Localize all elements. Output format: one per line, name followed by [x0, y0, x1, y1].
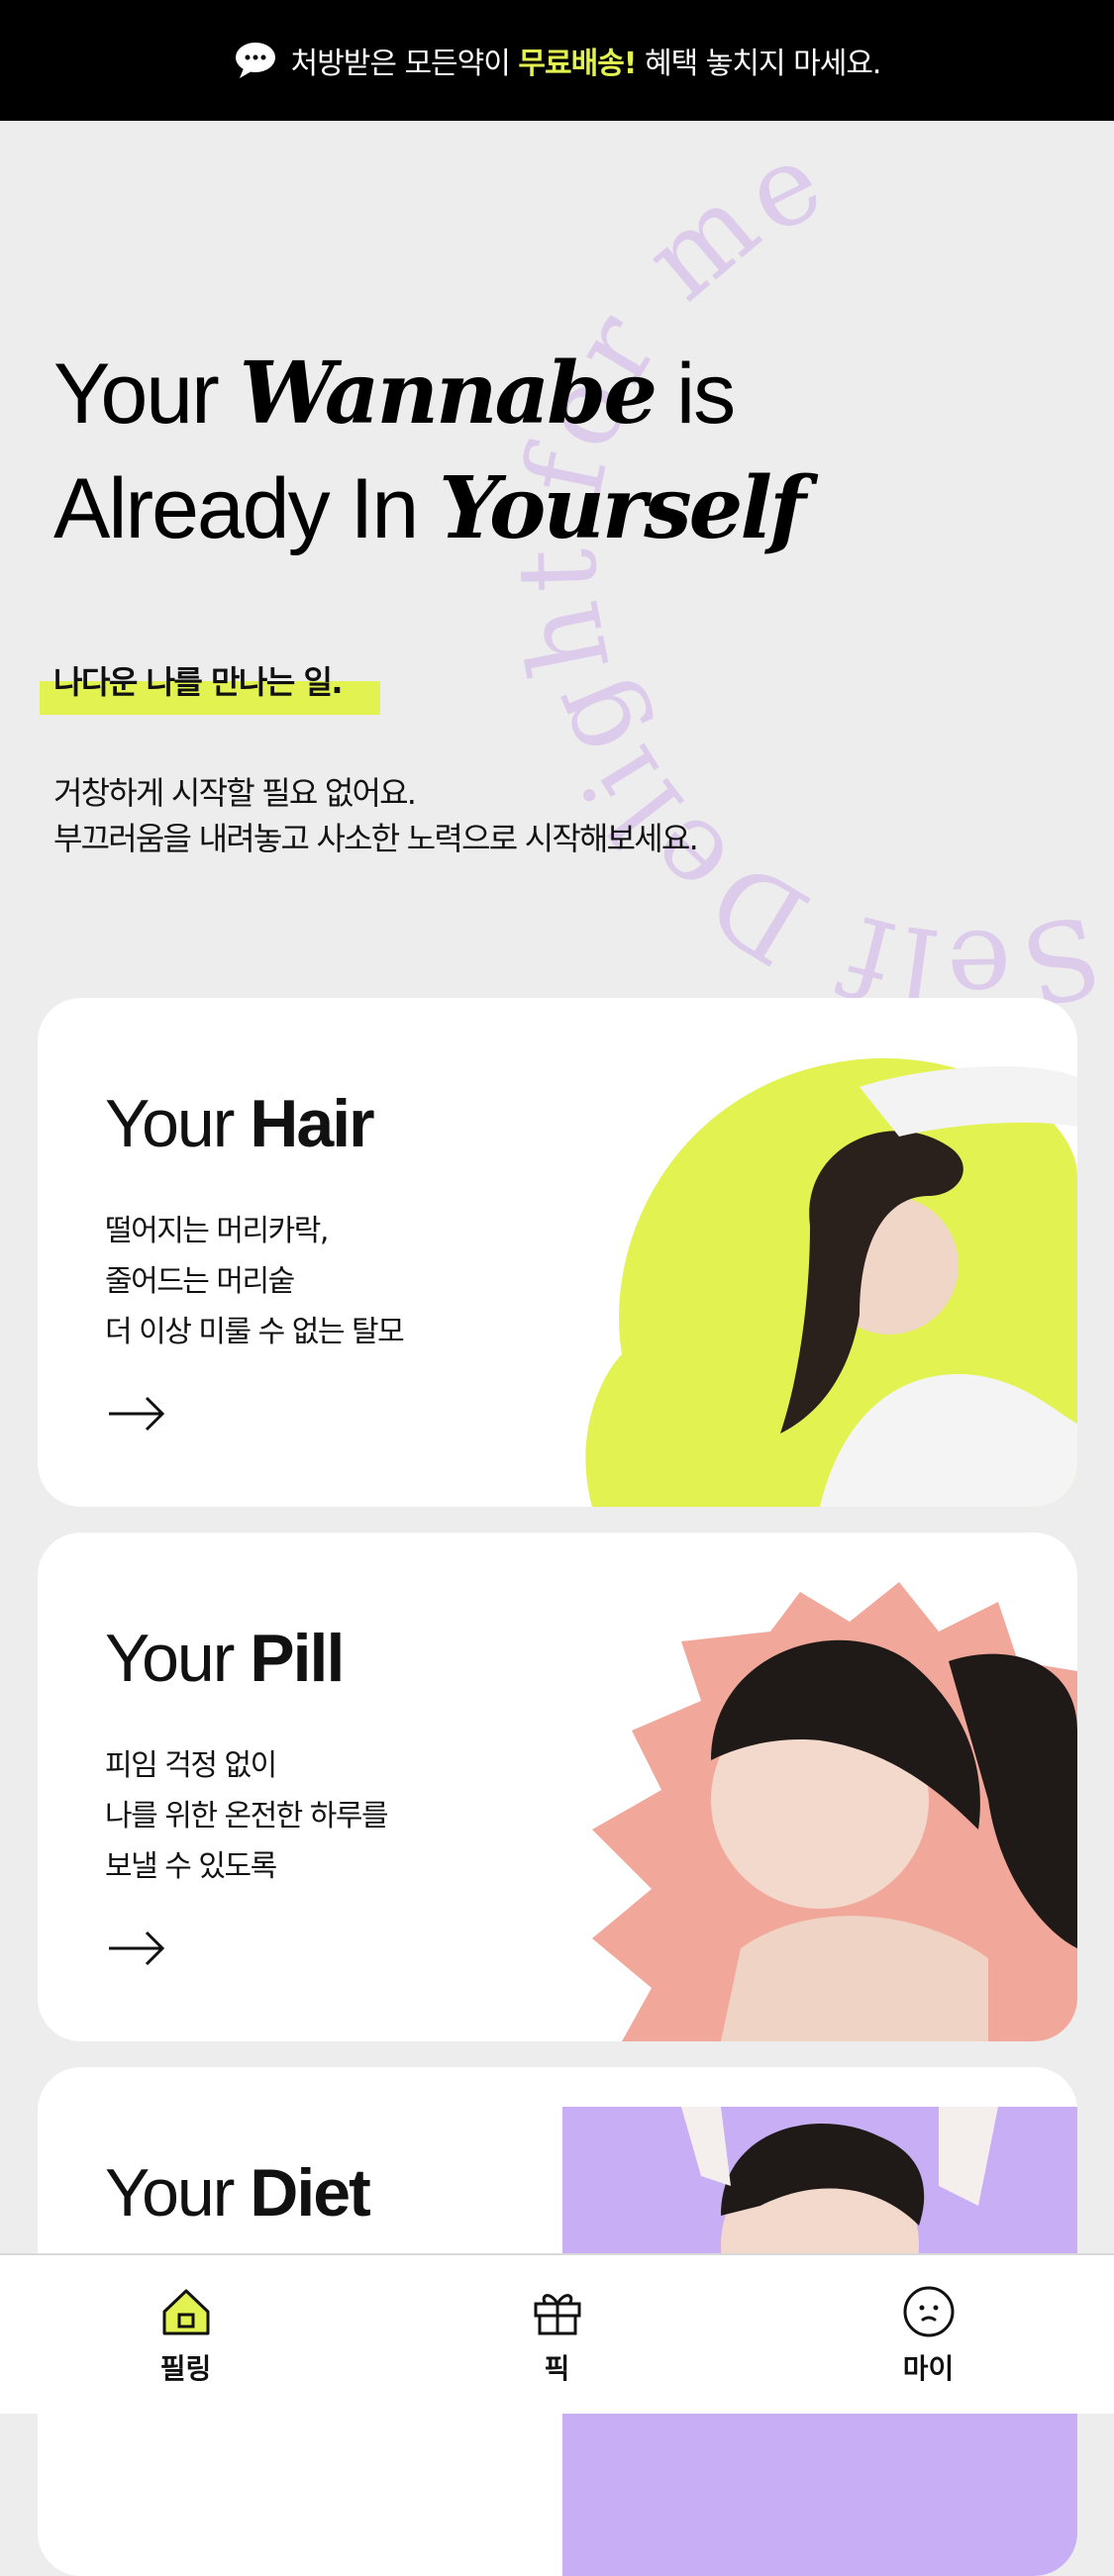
card-title-prefix: Your	[105, 1621, 251, 1696]
promo-banner[interactable]: 처방받은 모든약이 무료배송! 혜택 놓치지 마세요.	[0, 0, 1114, 121]
tab-feeling[interactable]: 필링	[0, 2255, 371, 2414]
card-pill[interactable]: Your Pill 피임 걱정 없이 나를 위한 온전한 하루를 보낼 수 있도…	[38, 1533, 1077, 2041]
face-icon	[903, 2286, 954, 2337]
card-title-bold: Pill	[250, 1621, 345, 1696]
hair-illustration	[585, 1058, 1077, 1507]
hero-line1-c: is	[655, 347, 736, 442]
svg-text:Self Delight for me: Self Delight for me	[493, 121, 1111, 1012]
banner-text-after: 혜택 놓치지 마세요.	[645, 47, 881, 81]
card-title-prefix: Your	[105, 2155, 251, 2230]
hero-line2-b: Yourself	[439, 458, 806, 558]
decorative-curve-text: Self Delight for me	[493, 121, 1111, 1012]
card-title: Your Hair	[105, 1085, 375, 1162]
home-icon	[162, 2289, 209, 2335]
banner-text-before: 처방받은 모든약이	[290, 47, 511, 81]
tab-my[interactable]: 마이	[743, 2255, 1114, 2414]
hero-line-1: Your Wannabe is	[53, 337, 803, 451]
card-hair[interactable]: Your Hair 떨어지는 머리카락, 줄어드는 머리숱 더 이상 미룰 수 …	[38, 998, 1077, 1507]
subtitle-desc-line-1: 거창하게 시작할 필요 없어요.	[53, 774, 417, 812]
card-title: Your Pill	[105, 1620, 345, 1697]
banner-highlight: 무료배송!	[518, 47, 637, 81]
chat-bubble-icon	[234, 41, 277, 80]
arrow-right-icon[interactable]	[107, 1394, 166, 1434]
bottom-tab-bar: 필링 픽 마이	[0, 2253, 1114, 2414]
card-title-bold: Hair	[250, 1086, 374, 1161]
card-title-prefix: Your	[105, 1086, 251, 1161]
hero-headline: Your Wannabe is Already In Yourself	[53, 337, 806, 566]
tab-label: 필링	[159, 2352, 212, 2385]
arrow-right-icon[interactable]	[107, 1929, 166, 1968]
pill-illustration	[592, 1582, 1077, 2041]
hero-line2-a: Already In	[53, 461, 440, 556]
tab-pick[interactable]: 픽	[371, 2255, 743, 2414]
card-title: Your Diet	[105, 2154, 371, 2231]
card-description: 피임 걱정 없이 나를 위한 온전한 하루를 보낼 수 있도록	[105, 1748, 389, 1884]
subtitle-description: 거창하게 시작할 필요 없어요. 부끄러움을 내려놓고 사소한 노력으로 시작해…	[53, 770, 699, 861]
subtitle: 나다운 나를 만나는 일.	[53, 663, 344, 701]
tab-label: 픽	[544, 2352, 570, 2385]
decorative-text-path: Self Delight for me	[493, 121, 1105, 1012]
hero-line-2: Already In Yourself	[53, 451, 806, 566]
hero-line1-a: Your	[53, 347, 240, 442]
card-title-bold: Diet	[250, 2155, 370, 2230]
hero-line1-b: Wannabe	[239, 344, 658, 444]
subtitle-desc-line-2: 부끄러움을 내려놓고 사소한 노력으로 시작해보세요.	[53, 820, 699, 857]
tab-label: 마이	[902, 2352, 955, 2385]
gift-icon	[534, 2294, 580, 2335]
card-description: 떨어지는 머리카락, 줄어드는 머리숱 더 이상 미룰 수 없는 탈모	[105, 1214, 405, 1349]
